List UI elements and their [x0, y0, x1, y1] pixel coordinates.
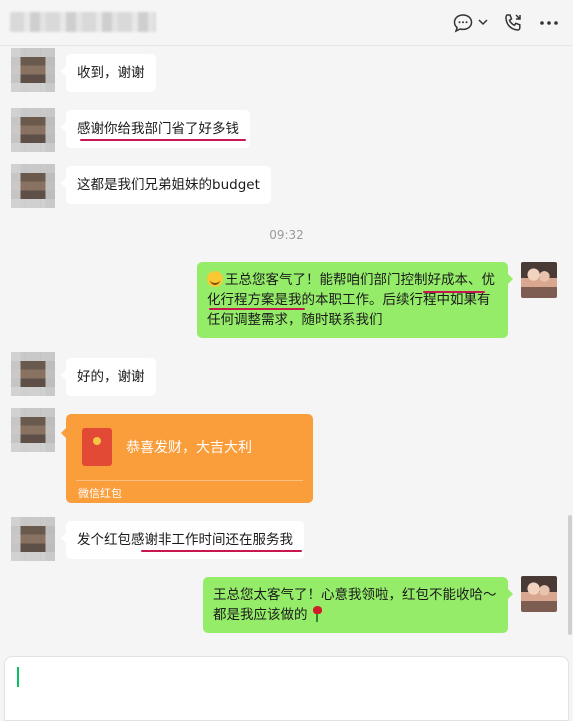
- contact-avatar[interactable]: [11, 164, 55, 208]
- chat-title-redacted: [10, 12, 156, 32]
- annotation-underline: [209, 308, 305, 310]
- contact-avatar[interactable]: [11, 108, 55, 152]
- rose-emoji-icon: [312, 606, 322, 622]
- red-packet-divider: [76, 480, 303, 481]
- sent-message-text: 王总您太客气了！心意我领啦，红包不能收哈～都是我应该做的: [213, 587, 497, 623]
- smile-emoji-icon: [207, 271, 223, 287]
- received-message[interactable]: 收到，谢谢: [61, 54, 156, 92]
- phone-icon[interactable]: [502, 12, 524, 34]
- contact-avatar[interactable]: [11, 517, 55, 561]
- sent-message-text: 王总您客气了！能帮咱们部门控制好成本、优化行程方案是我的本职工作。后续行程中如果…: [207, 272, 495, 328]
- chat-bubble-icon[interactable]: [452, 12, 474, 34]
- red-envelope-icon: [82, 428, 112, 466]
- sent-message[interactable]: 王总您客气了！能帮咱们部门控制好成本、优化行程方案是我的本职工作。后续行程中如果…: [197, 262, 513, 338]
- red-packet-label: 微信红包: [78, 487, 122, 500]
- annotation-underline: [80, 139, 246, 141]
- red-packet-card[interactable]: 恭喜发财，大吉大利 微信红包: [61, 414, 313, 503]
- red-packet-greeting: 恭喜发财，大吉大利: [126, 440, 252, 456]
- contact-avatar[interactable]: [11, 408, 55, 452]
- message-timestamp: 09:32: [269, 228, 304, 242]
- my-avatar[interactable]: [521, 576, 557, 612]
- chat-scrollbar[interactable]: [568, 515, 572, 635]
- more-icon[interactable]: [538, 12, 560, 34]
- contact-avatar[interactable]: [11, 48, 55, 92]
- chat-header: [0, 0, 573, 46]
- sent-message[interactable]: 王总您太客气了！心意我领啦，红包不能收哈～都是我应该做的: [203, 577, 513, 633]
- received-message[interactable]: 感谢你给我部门省了好多钱: [61, 110, 250, 148]
- chevron-down-icon[interactable]: [478, 18, 488, 26]
- received-message[interactable]: 这都是我们兄弟姐妹的budget: [61, 166, 271, 204]
- annotation-underline: [141, 550, 302, 552]
- my-avatar[interactable]: [521, 262, 557, 298]
- annotation-underline: [423, 291, 485, 293]
- text-cursor: [17, 667, 19, 687]
- message-input[interactable]: [4, 656, 569, 721]
- received-message[interactable]: 好的，谢谢: [61, 358, 156, 396]
- received-message[interactable]: 发个红包感谢非工作时间还在服务我: [61, 521, 304, 559]
- contact-avatar[interactable]: [11, 352, 55, 396]
